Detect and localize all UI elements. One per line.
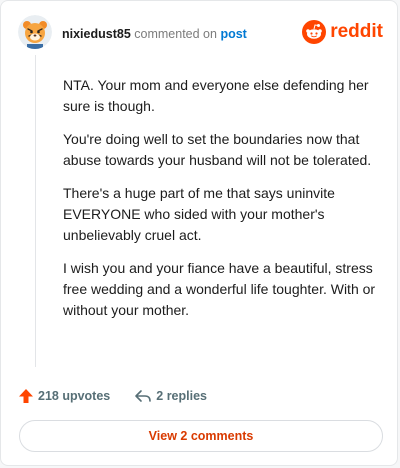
post-link[interactable]: post <box>220 27 246 41</box>
reply-count: 2 replies <box>156 389 207 403</box>
comment-paragraph: There's a huge part of me that says unin… <box>63 185 335 243</box>
comment-header: nixiedust85 commented on post reddit <box>18 15 383 51</box>
view-comments-button[interactable]: View 2 comments <box>19 420 383 452</box>
comment-card: nixiedust85 commented on post reddit NTA… <box>0 0 398 466</box>
comment-byline: nixiedust85 commented on post <box>62 27 247 41</box>
thread-line[interactable] <box>35 55 36 367</box>
reddit-logo-icon <box>302 20 327 44</box>
upvote-count: 218 upvotes <box>38 389 111 403</box>
user-avatar[interactable] <box>18 15 52 49</box>
reddit-brand[interactable]: reddit <box>302 19 383 45</box>
upvote-arrow-icon <box>19 389 33 403</box>
comment-paragraph: I wish you and your fiance have a beauti… <box>63 260 376 318</box>
replies-button[interactable]: 2 replies <box>134 388 207 404</box>
username-link[interactable]: nixiedust85 <box>62 27 131 41</box>
comment-paragraph: NTA. Your mom and everyone else defendin… <box>63 77 369 114</box>
comment-actions: 218 upvotes 2 replies <box>18 385 207 407</box>
reddit-wordmark: reddit <box>330 21 383 42</box>
reply-arrow-icon <box>135 390 152 402</box>
commented-on-text: commented on <box>134 27 217 41</box>
comment-paragraph: You're doing well to set the boundaries … <box>63 131 372 168</box>
tiger-avatar-icon <box>18 15 52 49</box>
upvote-button[interactable]: 218 upvotes <box>18 388 110 404</box>
comment-body: NTA. Your mom and everyone else defendin… <box>63 75 381 333</box>
